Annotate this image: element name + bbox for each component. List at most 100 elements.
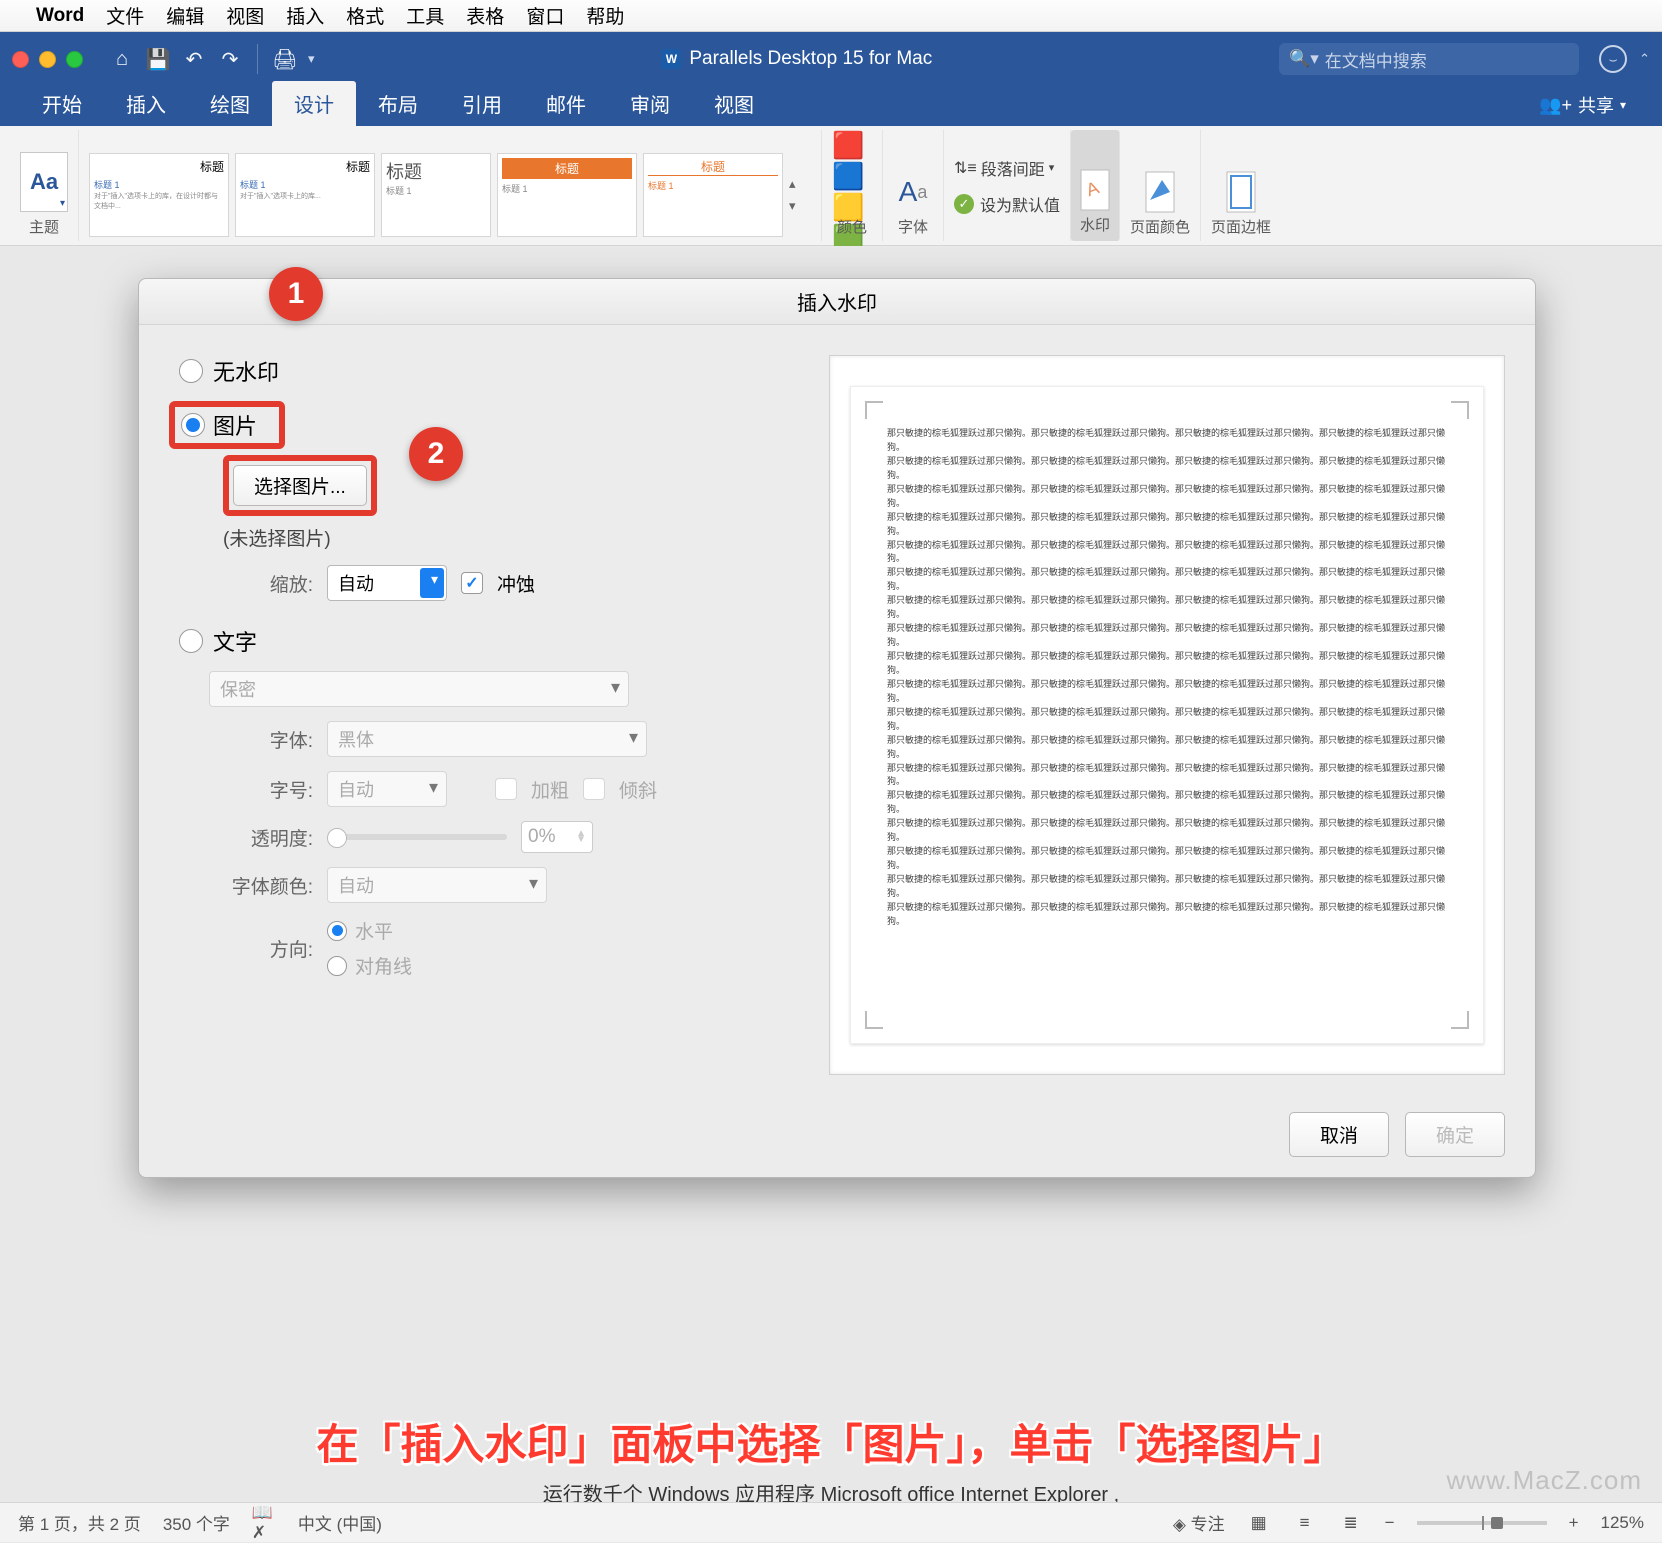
menu-format[interactable]: 格式 <box>346 2 384 29</box>
zoom-window-icon[interactable] <box>66 51 83 68</box>
ok-button[interactable]: 确定 <box>1405 1112 1505 1157</box>
radio-picture[interactable] <box>181 413 205 437</box>
instruction-caption: 在「插入水印」面板中选择「图片」，单击「选择图片」 <box>0 1411 1662 1472</box>
insert-watermark-dialog: 插入水印 无水印 1 图片 选择图片... 2 (未选择图片) <box>138 278 1536 1178</box>
style-item[interactable]: 标题标题 1对于"插入"选项卡上的库，在设计时都与文档中... <box>89 153 229 237</box>
tab-mailings[interactable]: 邮件 <box>524 81 608 126</box>
ribbon: Aa▾ 主题 标题标题 1对于"插入"选项卡上的库，在设计时都与文档中... 标… <box>0 126 1662 246</box>
style-gallery[interactable]: 标题标题 1对于"插入"选项卡上的库，在设计时都与文档中... 标题标题 1对于… <box>89 153 811 237</box>
document-text: 运行数千个 Windows 应用程序 Microsoft office Inte… <box>381 1476 1281 1502</box>
separator <box>257 44 258 74</box>
search-input[interactable]: 🔍▾ 在文档中搜索 <box>1279 43 1579 75</box>
radio-icon <box>327 921 347 941</box>
style-item[interactable]: 标题标题 1对于"插入"选项卡上的库... <box>235 153 375 237</box>
font-color-select[interactable]: 自动 <box>327 867 547 903</box>
tab-draw[interactable]: 绘图 <box>188 81 272 126</box>
style-item[interactable]: 标题标题 1 <box>497 153 637 237</box>
watermark-label: 水印 <box>1080 214 1110 235</box>
save-icon[interactable]: 💾 <box>145 46 171 72</box>
mac-menubar: Word 文件 编辑 视图 插入 格式 工具 表格 窗口 帮助 <box>0 0 1662 32</box>
bold-checkbox[interactable] <box>495 778 517 800</box>
print-icon[interactable]: 🖨 <box>272 46 298 72</box>
ribbon-group-colors: 🟥🟦🟨🟩 颜色 <box>822 130 883 241</box>
set-default-button[interactable]: ✓设为默认值 <box>954 192 1060 216</box>
watermark-text-select[interactable]: 保密 <box>209 671 629 707</box>
direction-diagonal[interactable]: 对角线 <box>327 952 412 979</box>
tab-view[interactable]: 视图 <box>692 81 776 126</box>
scale-row: 缩放: 自动 冲蚀 <box>229 565 799 601</box>
menu-file[interactable]: 文件 <box>106 2 144 29</box>
font-select[interactable]: 黑体 <box>327 721 647 757</box>
tab-insert[interactable]: 插入 <box>104 81 188 126</box>
colors-icon[interactable]: 🟥🟦🟨🟩 <box>832 172 872 212</box>
washout-label: 冲蚀 <box>497 570 535 597</box>
font-color-label: 字体颜色: <box>229 872 313 899</box>
spacing-icon: ⇅≡ <box>954 158 977 178</box>
text-label: 文字 <box>213 625 257 657</box>
select-picture-button[interactable]: 选择图片... <box>233 465 367 506</box>
app-name[interactable]: Word <box>36 5 84 27</box>
share-button[interactable]: 👥+共享▾ <box>1523 84 1642 126</box>
watermark-icon[interactable]: A <box>1075 170 1115 210</box>
menu-table[interactable]: 表格 <box>466 2 504 29</box>
menu-insert[interactable]: 插入 <box>286 2 324 29</box>
radio-icon <box>327 956 347 976</box>
close-window-icon[interactable] <box>12 51 29 68</box>
direction-horizontal[interactable]: 水平 <box>327 917 412 944</box>
tab-references[interactable]: 引用 <box>440 81 524 126</box>
menu-view[interactable]: 视图 <box>226 2 264 29</box>
feedback-icon[interactable]: ⌣ <box>1599 45 1627 73</box>
size-select[interactable]: 自动 <box>327 771 447 807</box>
focus-mode[interactable]: ◈ 专注 <box>1173 1510 1225 1535</box>
ribbon-group-watermark: A 水印 <box>1071 130 1120 241</box>
menu-window[interactable]: 窗口 <box>526 2 564 29</box>
home-icon[interactable]: ⌂ <box>109 46 135 72</box>
picture-label: 图片 <box>213 409 257 441</box>
paragraph-spacing-button[interactable]: ⇅≡ 段落间距 ▾ <box>954 156 1054 180</box>
style-item[interactable]: 标题标题 1 <box>381 153 491 237</box>
word-count[interactable]: 350 个字 <box>163 1510 230 1535</box>
page-border-icon[interactable] <box>1221 172 1261 212</box>
redo-icon[interactable]: ↷ <box>217 46 243 72</box>
zoom-out-icon[interactable]: − <box>1385 1513 1395 1533</box>
tab-home[interactable]: 开始 <box>20 81 104 126</box>
zoom-slider[interactable] <box>1417 1521 1547 1525</box>
minimize-window-icon[interactable] <box>39 51 56 68</box>
option-no-watermark[interactable]: 无水印 1 <box>159 355 799 387</box>
menu-edit[interactable]: 编辑 <box>166 2 204 29</box>
tab-layout[interactable]: 布局 <box>356 81 440 126</box>
tab-review[interactable]: 审阅 <box>608 81 692 126</box>
transparency-value[interactable]: 0%▲▼ <box>521 821 593 853</box>
themes-button[interactable]: Aa▾ <box>20 152 68 212</box>
language-indicator[interactable]: 中文 (中国) <box>298 1510 382 1535</box>
page-indicator[interactable]: 第 1 页，共 2 页 <box>18 1510 141 1535</box>
fonts-icon[interactable]: Aa <box>893 172 933 212</box>
menu-tools[interactable]: 工具 <box>406 2 444 29</box>
italic-checkbox[interactable] <box>583 778 605 800</box>
menu-help[interactable]: 帮助 <box>586 2 624 29</box>
transparency-slider[interactable] <box>327 834 507 840</box>
zoom-level[interactable]: 125% <box>1601 1513 1644 1533</box>
ribbon-group-themes: Aa▾ 主题 <box>10 130 79 241</box>
outline-icon[interactable]: ≡ <box>1293 1511 1317 1535</box>
zoom-in-icon[interactable]: + <box>1569 1513 1579 1533</box>
print-layout-icon[interactable]: ▦ <box>1247 1511 1271 1535</box>
undo-icon[interactable]: ↶ <box>181 46 207 72</box>
option-text[interactable]: 文字 <box>159 625 799 657</box>
chevron-up-icon[interactable]: ⌃ <box>1639 51 1650 67</box>
washout-checkbox[interactable] <box>461 572 483 594</box>
italic-label: 倾斜 <box>619 776 657 803</box>
web-layout-icon[interactable]: ≣ <box>1339 1511 1363 1535</box>
titlebar: ⌂ 💾 ↶ ↷ 🖨 ▾ W Parallels Desktop 15 for M… <box>0 32 1662 86</box>
style-item[interactable]: 标题标题 1 <box>643 153 783 237</box>
annotation-badge-1: 1 <box>269 267 323 321</box>
gallery-scroll[interactable]: ▴▾ <box>789 176 811 214</box>
scale-select[interactable]: 自动 <box>327 565 447 601</box>
annotation-box-2: 选择图片... <box>223 455 377 516</box>
chevron-down-icon[interactable]: ▾ <box>308 51 315 67</box>
cancel-button[interactable]: 取消 <box>1289 1112 1389 1157</box>
page-color-icon[interactable] <box>1140 172 1180 212</box>
tab-design[interactable]: 设计 <box>272 81 356 126</box>
spellcheck-icon[interactable]: 📖✗ <box>252 1511 276 1535</box>
scale-label: 缩放: <box>229 570 313 597</box>
